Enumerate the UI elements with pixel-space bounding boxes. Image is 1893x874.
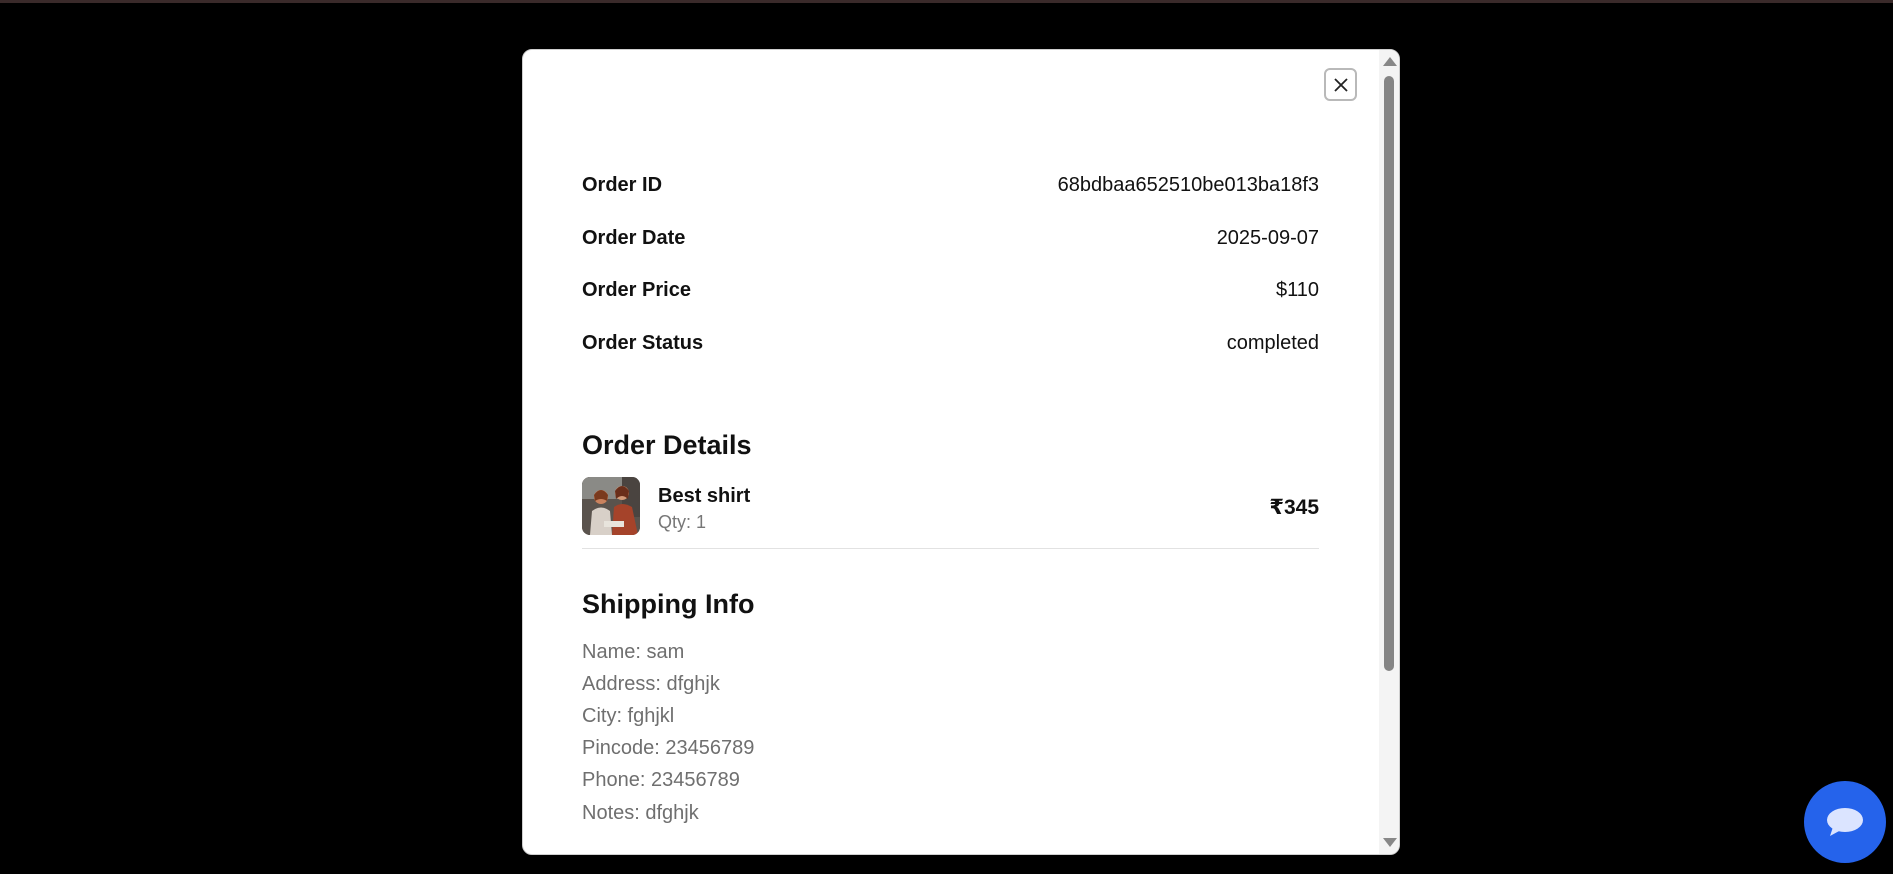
modal-content: Order ID 68bdbaa652510be013ba18f3 Order … <box>523 50 1379 854</box>
scroll-down-arrow-icon[interactable] <box>1383 838 1397 847</box>
order-price-row: Order Price $110 <box>582 277 1319 303</box>
order-id-row: Order ID 68bdbaa652510be013ba18f3 <box>582 172 1319 198</box>
shipping-phone: Phone: 23456789 <box>582 769 740 791</box>
shipping-name: Name: sam <box>582 641 685 663</box>
order-item: Best shirt Qty: 1 ₹345 <box>582 477 1319 535</box>
item-price: ₹345 <box>1269 496 1319 519</box>
shipping-address: Address: dfghjk <box>582 673 720 695</box>
close-icon <box>1333 77 1348 92</box>
order-status-row: Order Status completed <box>582 330 1319 356</box>
chat-button[interactable] <box>1804 781 1886 863</box>
close-button[interactable] <box>1324 68 1357 101</box>
item-quantity: Qty: 1 <box>658 512 707 532</box>
order-id-label: Order ID <box>582 173 663 196</box>
scroll-up-arrow-icon[interactable] <box>1383 57 1397 66</box>
order-status-value: completed <box>1226 331 1319 354</box>
top-border <box>0 0 1893 3</box>
order-modal: Order ID 68bdbaa652510be013ba18f3 Order … <box>522 49 1400 855</box>
chat-icon <box>1827 808 1863 836</box>
item-name: Best shirt <box>658 485 751 507</box>
shipping-pincode: Pincode: 23456789 <box>582 737 755 759</box>
order-date-label: Order Date <box>582 226 686 249</box>
order-status-label: Order Status <box>582 331 704 354</box>
shipping-city: City: fghjkl <box>582 705 675 727</box>
shipping-notes: Notes: dfghjk <box>582 802 699 824</box>
order-price-label: Order Price <box>582 278 691 301</box>
order-id-value: 68bdbaa652510be013ba18f3 <box>1057 173 1319 196</box>
order-details-title: Order Details <box>582 430 752 460</box>
order-price-value: $110 <box>1275 278 1319 301</box>
product-thumbnail <box>582 477 640 535</box>
order-date-value: 2025-09-07 <box>1216 226 1319 249</box>
modal-scrollbar[interactable] <box>1379 50 1399 854</box>
item-divider <box>582 548 1319 549</box>
shipping-info-title: Shipping Info <box>582 589 755 619</box>
order-date-row: Order Date 2025-09-07 <box>582 225 1319 251</box>
scrollbar-thumb[interactable] <box>1384 76 1394 671</box>
